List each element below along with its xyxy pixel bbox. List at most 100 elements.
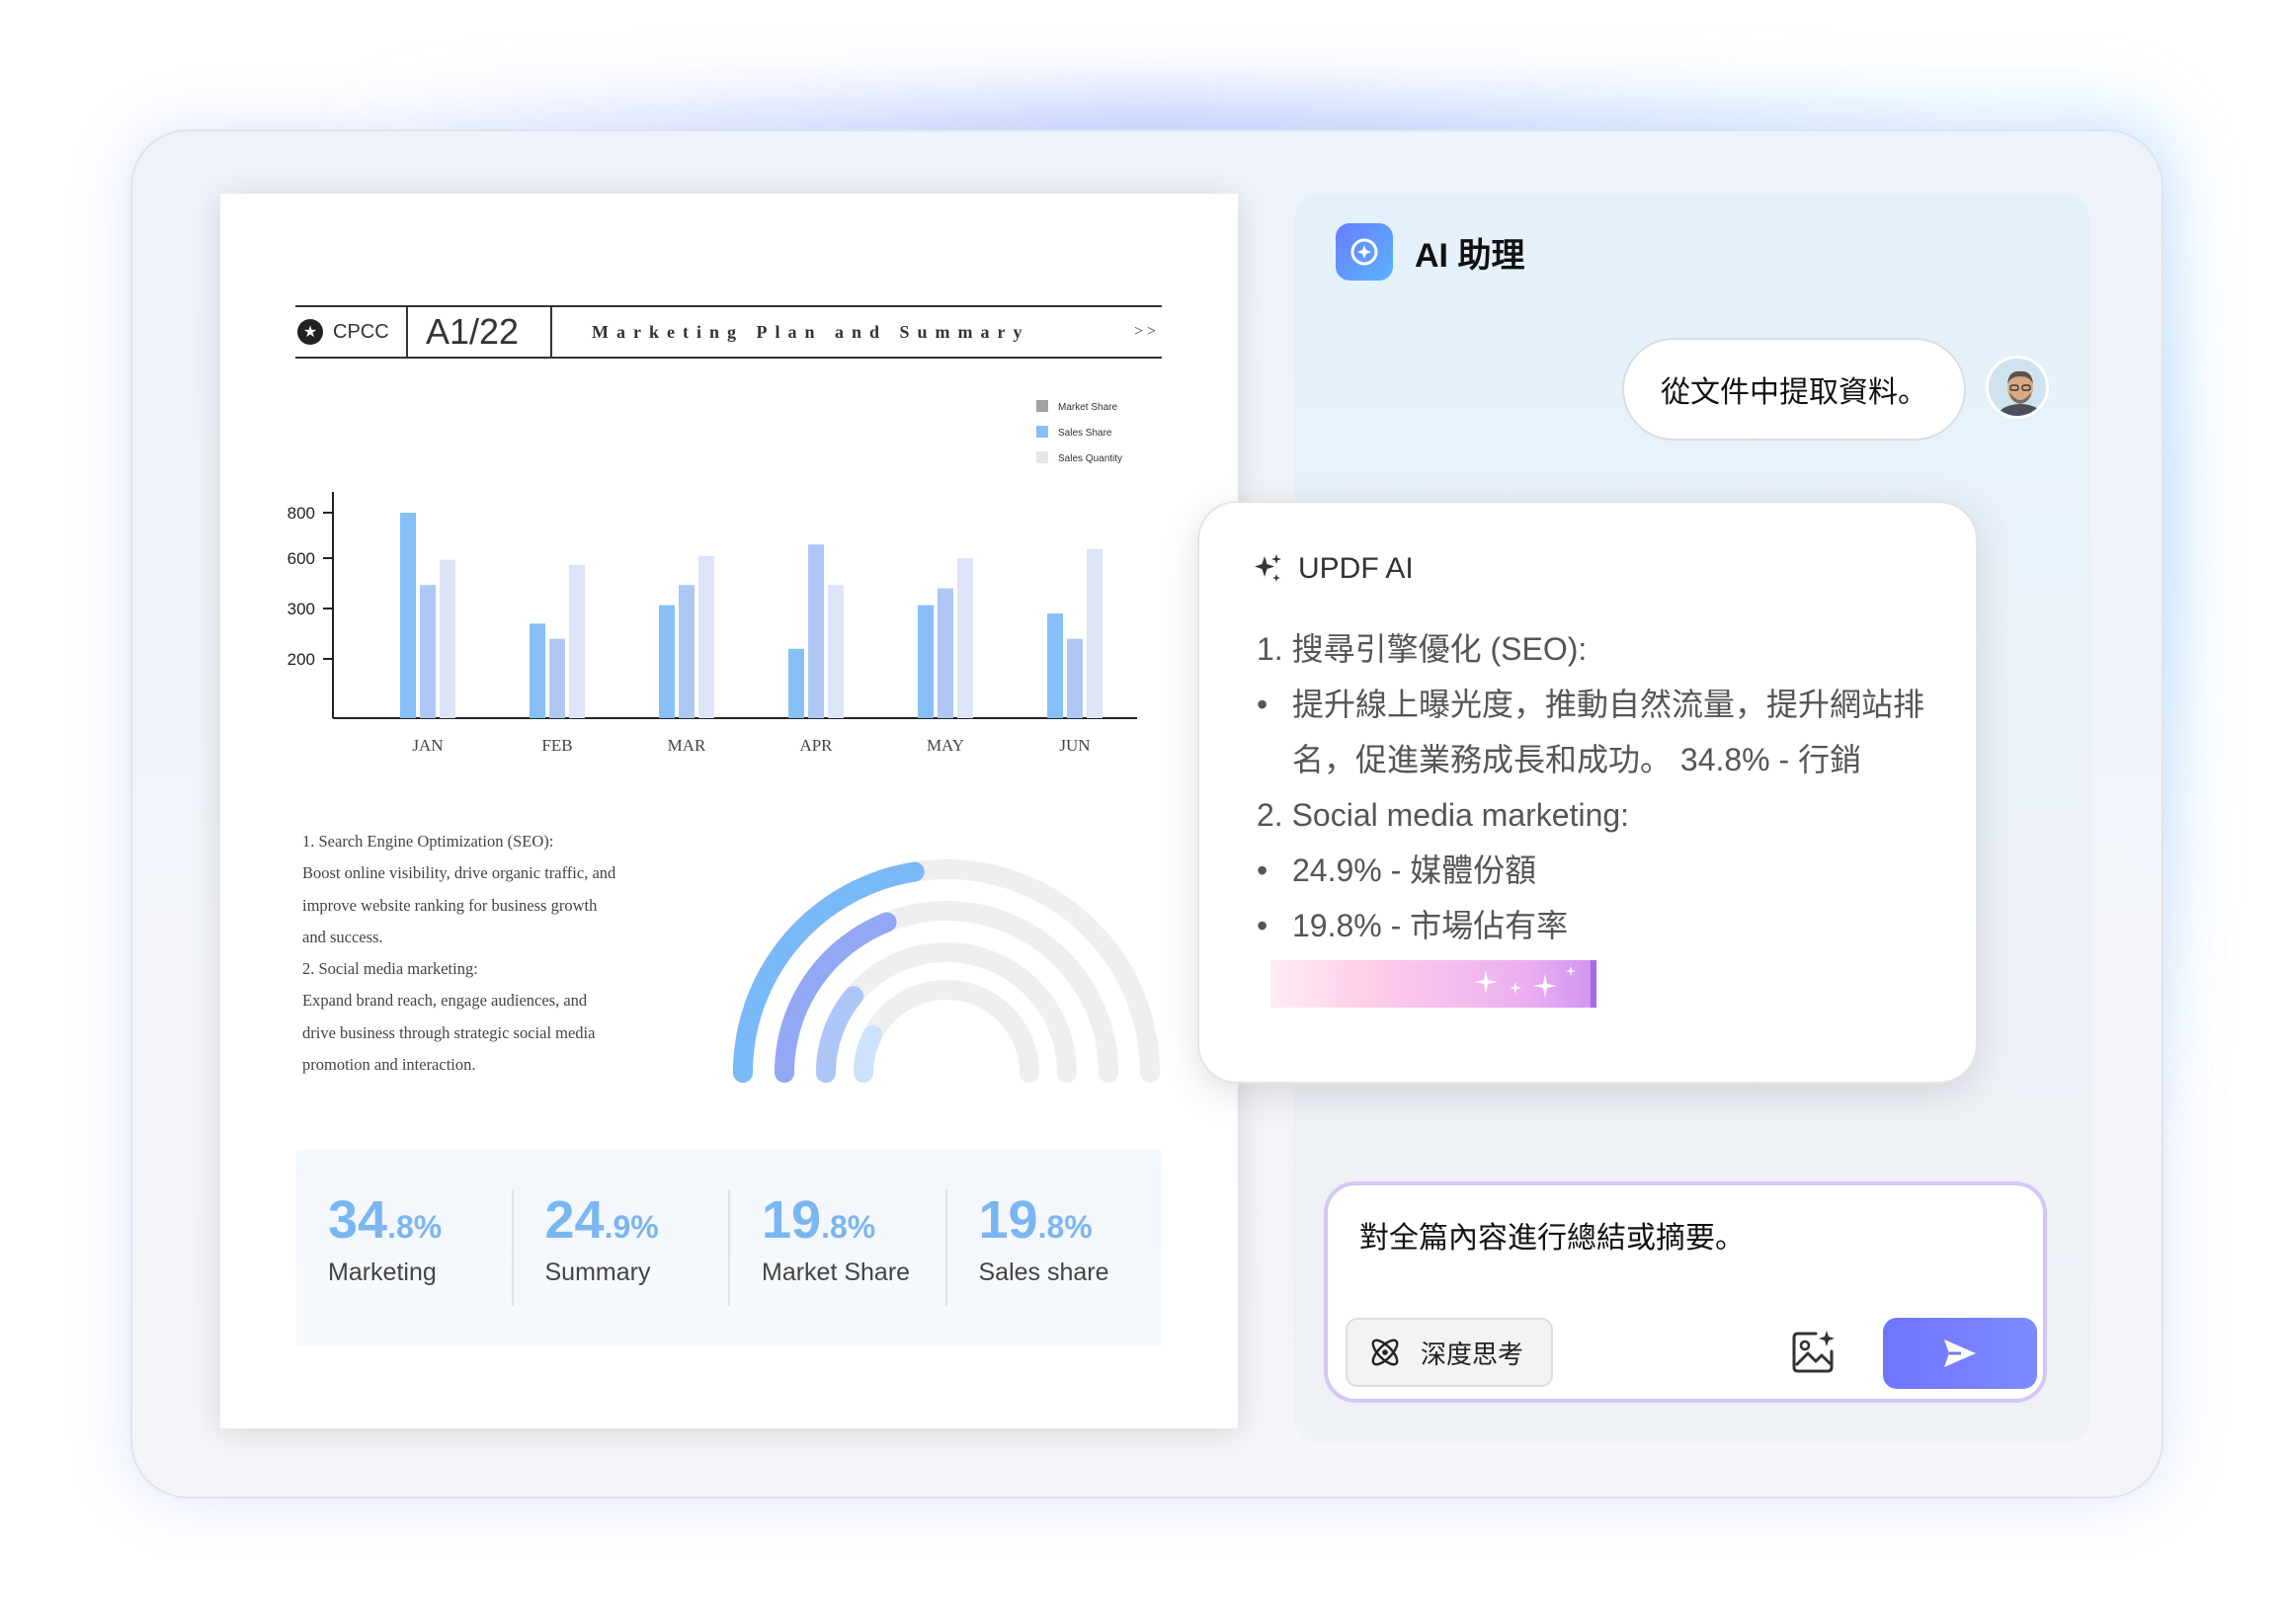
response-bullet: • 19.8% - 市場佔有率: [1257, 898, 1948, 953]
response-bullet: • 24.9% - 媒體份額: [1257, 843, 1948, 898]
bar: [659, 605, 675, 718]
deep-think-button[interactable]: 深度思考: [1346, 1318, 1553, 1387]
stat-decimal: .8%: [821, 1209, 876, 1245]
page-number: A1/22: [406, 305, 552, 359]
bar: [1087, 548, 1103, 718]
bar: [918, 605, 934, 718]
stat-value: 34: [328, 1190, 388, 1250]
deep-think-label: 深度思考: [1421, 1339, 1524, 1369]
response-bullet-text: 19.8% - 市場佔有率: [1292, 908, 1569, 943]
note-line: and success.: [302, 927, 383, 946]
x-tick-label: JAN: [412, 736, 443, 752]
atom-icon: [1371, 1339, 1399, 1366]
chat-input[interactable]: 對全篇內容進行總結或摘要。: [1359, 1213, 1745, 1257]
bullet: •: [1257, 853, 1268, 888]
bar: [1067, 638, 1083, 718]
bar: [549, 638, 565, 718]
bullet: •: [1257, 687, 1268, 722]
response-heading: 1. 搜尋引擎優化 (SEO):: [1257, 631, 1588, 667]
y-tick-label: 800: [287, 504, 315, 523]
stat-decimal: .8%: [1037, 1209, 1093, 1245]
note-line: Boost online visibility, drive organic t…: [302, 863, 616, 883]
ring-track: [733, 859, 1160, 1083]
brand: ★ CPCC: [295, 319, 406, 345]
sparkle-icon: [1255, 554, 1281, 582]
ai-assistant-logo-icon: [1336, 223, 1393, 281]
bar: [957, 558, 973, 718]
response-bullet-text: 24.9% - 媒體份額: [1292, 853, 1537, 888]
stat-sales-share: 19.8% Sales share: [947, 1189, 1163, 1306]
bar: [420, 585, 436, 718]
panel-header: AI 助理: [1336, 223, 1524, 281]
send-icon: [1944, 1340, 1976, 1367]
bullet: •: [1257, 908, 1268, 943]
stat-value: 19: [762, 1190, 822, 1250]
ai-name: UPDF AI: [1298, 552, 1414, 585]
stat-label: Marketing: [328, 1259, 437, 1286]
x-tick-label: JUN: [1059, 736, 1090, 752]
stat-market-share: 19.8% Market Share: [730, 1189, 947, 1306]
ring-track: [854, 980, 1039, 1083]
ai-response-header: UPDF AI: [1251, 552, 1414, 586]
ring-bar: [816, 986, 863, 1083]
legend-swatch: [1036, 451, 1048, 463]
ai-response-card: UPDF AI 1. 搜尋引擎優化 (SEO): • 提升線上曝光度，推動自然流量…: [1197, 501, 1978, 1084]
y-tick-label: 600: [287, 549, 315, 568]
x-tick-label: MAR: [668, 736, 706, 752]
bar: [808, 544, 824, 718]
legend-swatch: [1036, 400, 1048, 412]
bar: [788, 648, 804, 718]
doc-notes: 1. Search Engine Optimization (SEO): Boo…: [302, 826, 717, 1081]
stat-decimal: .8%: [387, 1209, 443, 1245]
bar: [569, 564, 585, 718]
bar: [828, 585, 844, 718]
note-line: promotion and interaction.: [302, 1055, 476, 1075]
x-tick-label: FEB: [541, 736, 572, 752]
bar: [698, 555, 714, 718]
stat-label: Summary: [544, 1259, 651, 1286]
generating-indicator: [1270, 960, 1596, 1008]
response-bullet-text: 提升線上曝光度，推動自然流量，提升網站排: [1292, 687, 1925, 722]
user-avatar[interactable]: [1986, 356, 2049, 419]
legend-label: Sales Share: [1058, 428, 1112, 439]
ring-bar: [854, 1024, 883, 1083]
user-message-bubble: 從文件中提取資料。: [1622, 338, 1966, 441]
legend-label: Sales Quantity: [1058, 453, 1122, 464]
stat-value: 19: [978, 1190, 1038, 1250]
x-tick-label: APR: [799, 736, 833, 752]
bar: [679, 585, 695, 718]
image-sparkle-icon: [1792, 1331, 1835, 1373]
bar-chart: 800 600 300 200 JAN FEB MAR APR MAY JUN Market Sha…: [287, 400, 1137, 752]
response-bullet: • 提升線上曝光度，推動自然流量，提升網站排: [1257, 677, 1948, 732]
brand-logo-icon: ★: [297, 319, 323, 345]
note-line: Expand brand reach, engage audiences, an…: [302, 991, 588, 1011]
note-line: drive business through strategic social …: [302, 1022, 596, 1042]
panel-title: AI 助理: [1415, 236, 1525, 275]
chat-input-box[interactable]: 對全篇內容進行總結或摘要。 深度思考: [1324, 1181, 2047, 1403]
legend-label: Market Share: [1058, 402, 1117, 413]
bar: [440, 559, 455, 718]
stats-row: 34.8% Marketing 24.9% Summary 19.8% Mark…: [296, 1150, 1162, 1345]
note-line: 1. Search Engine Optimization (SEO):: [302, 832, 554, 851]
doc-header: ★ CPCC A1/22 Marketing Plan and Summary …: [295, 305, 1162, 359]
y-tick-label: 300: [287, 600, 315, 618]
ai-response-text: 1. 搜尋引擎優化 (SEO): • 提升線上曝光度，推動自然流量，提升網站排 名…: [1257, 621, 1948, 953]
pdf-page[interactable]: ★ CPCC A1/22 Marketing Plan and Summary …: [220, 194, 1238, 1428]
x-tick-label: MAY: [927, 736, 964, 752]
response-heading: 2. Social media marketing:: [1257, 797, 1630, 833]
stat-marketing: 34.8% Marketing: [296, 1189, 514, 1306]
bar: [1047, 613, 1063, 718]
response-bullet-cont: 名，促進業務成長和成功。 34.8% - 行銷: [1292, 742, 1862, 777]
send-button[interactable]: [1883, 1318, 2037, 1389]
stat-label: Market Share: [762, 1259, 911, 1286]
brand-name: CPCC: [333, 320, 389, 343]
next-arrows: >>: [1133, 323, 1160, 340]
stat-value: 24: [544, 1190, 605, 1250]
image-ai-button[interactable]: [1788, 1328, 1838, 1377]
stat-summary: 24.9% Summary: [514, 1189, 730, 1306]
note-line: improve website ranking for business gro…: [302, 895, 598, 915]
bar: [400, 513, 416, 718]
bar: [938, 588, 953, 718]
sparkles-icon: [1474, 966, 1576, 998]
stat-label: Sales share: [978, 1259, 1109, 1286]
